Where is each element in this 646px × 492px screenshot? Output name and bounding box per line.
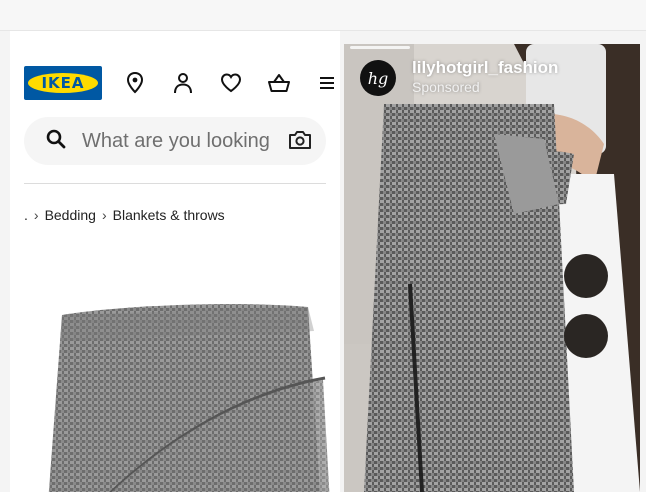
breadcrumb-item-bedding[interactable]: Bedding [45,207,96,223]
shopping-bag-icon[interactable] [266,71,292,95]
ikea-page: IKEA What are you looking . › Bedding › … [10,31,340,492]
header-icons [122,71,340,95]
screenshot: IKEA What are you looking . › Bedding › … [0,0,646,492]
instagram-ad[interactable]: hg lilyhotgirl_fashion Sponsored [344,44,640,492]
breadcrumb-item-blankets-throws[interactable]: Blankets & throws [113,207,225,223]
breadcrumb: . › Bedding › Blankets & throws [24,207,225,223]
ad-header: hg lilyhotgirl_fashion Sponsored [344,44,640,108]
top-bar [0,0,646,31]
account-icon[interactable] [170,71,196,95]
sponsored-label: Sponsored [412,79,480,95]
location-pin-icon[interactable] [122,71,148,95]
header-divider [24,183,326,184]
logo-text: IKEA [41,74,85,92]
chevron-right-icon: › [101,207,107,223]
avatar[interactable]: hg [360,60,396,96]
ikea-header: IKEA [10,31,340,111]
camera-icon[interactable] [288,129,312,156]
breadcrumb-ellipsis[interactable]: . [24,207,28,223]
ad-username[interactable]: lilyhotgirl_fashion [412,58,558,78]
search-bar[interactable] [24,117,326,165]
search-icon [46,129,66,154]
search-input[interactable] [80,128,274,154]
product-image[interactable] [40,293,330,492]
ad-image [344,44,640,492]
ikea-logo[interactable]: IKEA [24,66,102,100]
menu-icon[interactable] [314,71,340,95]
favourites-heart-icon[interactable] [218,71,244,95]
chevron-right-icon: › [33,207,39,223]
